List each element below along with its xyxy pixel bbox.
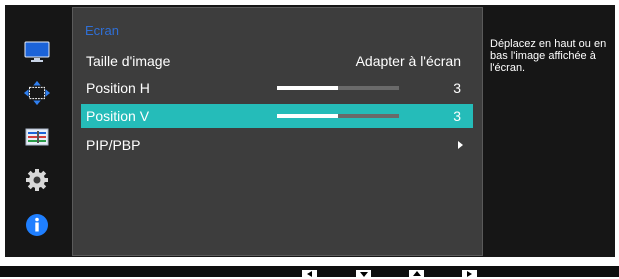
slider-fill — [277, 114, 338, 118]
chevron-right-icon — [458, 141, 463, 149]
monitor-icon[interactable] — [23, 38, 51, 66]
menu-item-label: PIP/PBP — [86, 137, 141, 153]
menu-item-label: Taille d'image — [86, 53, 171, 69]
position-h-slider[interactable] — [277, 86, 399, 90]
menu-item-label: Position H — [86, 80, 150, 96]
menu-item-taille-image[interactable]: Taille d'image Adapter à l'écran — [81, 49, 473, 73]
left-arrow-icon[interactable] — [302, 270, 317, 279]
help-panel: Déplacez en haut ou en bas l'image affic… — [488, 7, 614, 256]
menu-panel: Ecran Taille d'image Adapter à l'écran P… — [72, 7, 483, 256]
menu-title: Ecran — [85, 23, 119, 38]
bottom-bar — [0, 266, 619, 279]
screen-position-icon[interactable] — [23, 79, 51, 107]
menu-item-pip-pbp[interactable]: PIP/PBP — [81, 133, 473, 157]
gear-icon[interactable] — [23, 166, 51, 194]
sidebar — [5, 5, 67, 257]
menu-item-position-h[interactable]: Position H 3 — [81, 76, 473, 100]
slider-fill — [277, 86, 338, 90]
position-v-slider[interactable] — [277, 114, 399, 118]
menu-item-value: Adapter à l'écran — [355, 53, 461, 69]
help-text: Déplacez en haut ou en bas l'image affic… — [490, 38, 607, 74]
right-arrow-icon[interactable] — [462, 270, 477, 279]
menu-item-label: Position V — [86, 108, 150, 124]
menu-item-position-v[interactable]: Position V 3 — [81, 104, 473, 128]
info-icon[interactable] — [23, 211, 51, 239]
up-arrow-icon[interactable] — [409, 270, 424, 279]
picture-settings-icon[interactable] — [23, 123, 51, 151]
menu-item-value: 3 — [453, 80, 461, 96]
down-arrow-icon[interactable] — [356, 270, 371, 279]
menu-item-value: 3 — [453, 108, 461, 124]
